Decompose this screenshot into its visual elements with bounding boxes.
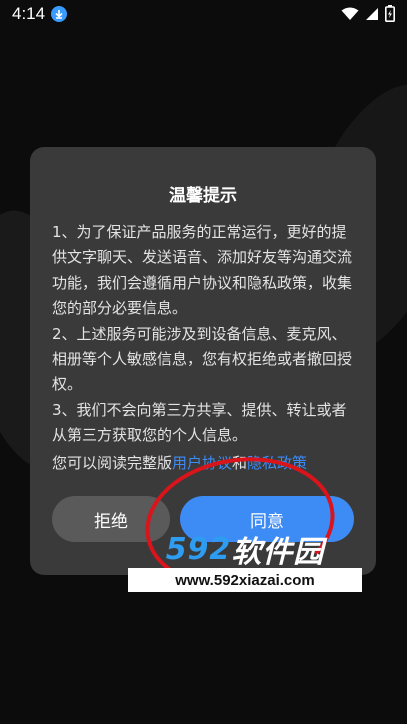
watermark-url: www.592xiazai.com <box>128 568 362 592</box>
watermark-title: 592 软件园 <box>128 530 362 571</box>
watermark-name: 软件园 <box>231 535 325 570</box>
read-prefix: 您可以阅读完整版 <box>52 454 173 472</box>
status-bar: 4:14 <box>0 0 407 28</box>
signal-icon <box>366 7 378 20</box>
dialog-body: 1、为了保证产品服务的正常运行，更好的提供文字聊天、发送语音、添加好友等沟通交流… <box>52 220 358 449</box>
status-time: 4:14 <box>12 4 46 23</box>
download-icon <box>51 6 68 22</box>
dialog-paragraph-2: 2、上述服务可能涉及到设备信息、麦克风、相册等个人敏感信息，您有权拒绝或者撤回授… <box>52 324 353 394</box>
watermark-number: 592 <box>165 531 232 567</box>
status-icons <box>341 5 395 22</box>
dialog-title: 温馨提示 <box>169 186 237 206</box>
wifi-icon <box>341 7 359 20</box>
dialog-paragraph-3: 3、我们不会向第三方共享、提供、转让或者从第三方获取您的个人信息。 <box>52 400 347 445</box>
dialog-paragraph-1: 1、为了保证产品服务的正常运行，更好的提供文字聊天、发送语音、添加好友等沟通交流… <box>52 223 353 318</box>
battery-icon <box>385 5 395 22</box>
watermark-logo: 592 软件园 www.592xiazai.com <box>128 530 362 593</box>
